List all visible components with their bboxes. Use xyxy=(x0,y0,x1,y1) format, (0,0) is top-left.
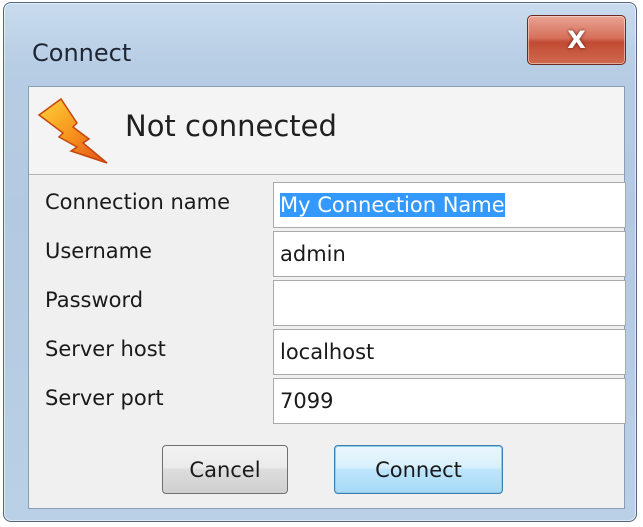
form-row-server-port: Server port xyxy=(29,378,626,426)
connection-status-text: Not connected xyxy=(125,109,337,143)
form-row-connection-name: Connection name xyxy=(29,182,626,230)
connection-name-label: Connection name xyxy=(45,190,231,214)
lightning-bolt-icon xyxy=(37,97,109,169)
close-icon: X xyxy=(567,26,586,54)
password-label: Password xyxy=(45,288,144,312)
server-port-label: Server port xyxy=(45,386,164,410)
cancel-button[interactable]: Cancel xyxy=(162,445,288,494)
connect-dialog-window: Connect X Not connected Connection name … xyxy=(3,2,637,522)
form-row-server-host: Server host xyxy=(29,329,626,377)
connection-name-input[interactable] xyxy=(273,182,626,228)
window-title: Connect xyxy=(32,39,132,67)
password-input[interactable] xyxy=(273,280,626,326)
server-port-input[interactable] xyxy=(273,378,626,424)
connect-button[interactable]: Connect xyxy=(334,445,503,494)
form-row-password: Password xyxy=(29,280,626,328)
connection-status-panel: Not connected xyxy=(29,87,624,175)
server-host-label: Server host xyxy=(45,337,166,361)
username-label: Username xyxy=(45,239,153,263)
dialog-client-area: Not connected Connection name Username P… xyxy=(28,86,626,509)
username-input[interactable] xyxy=(273,231,626,277)
close-button[interactable]: X xyxy=(527,15,626,65)
server-host-input[interactable] xyxy=(273,329,626,375)
form-row-username: Username xyxy=(29,231,626,279)
